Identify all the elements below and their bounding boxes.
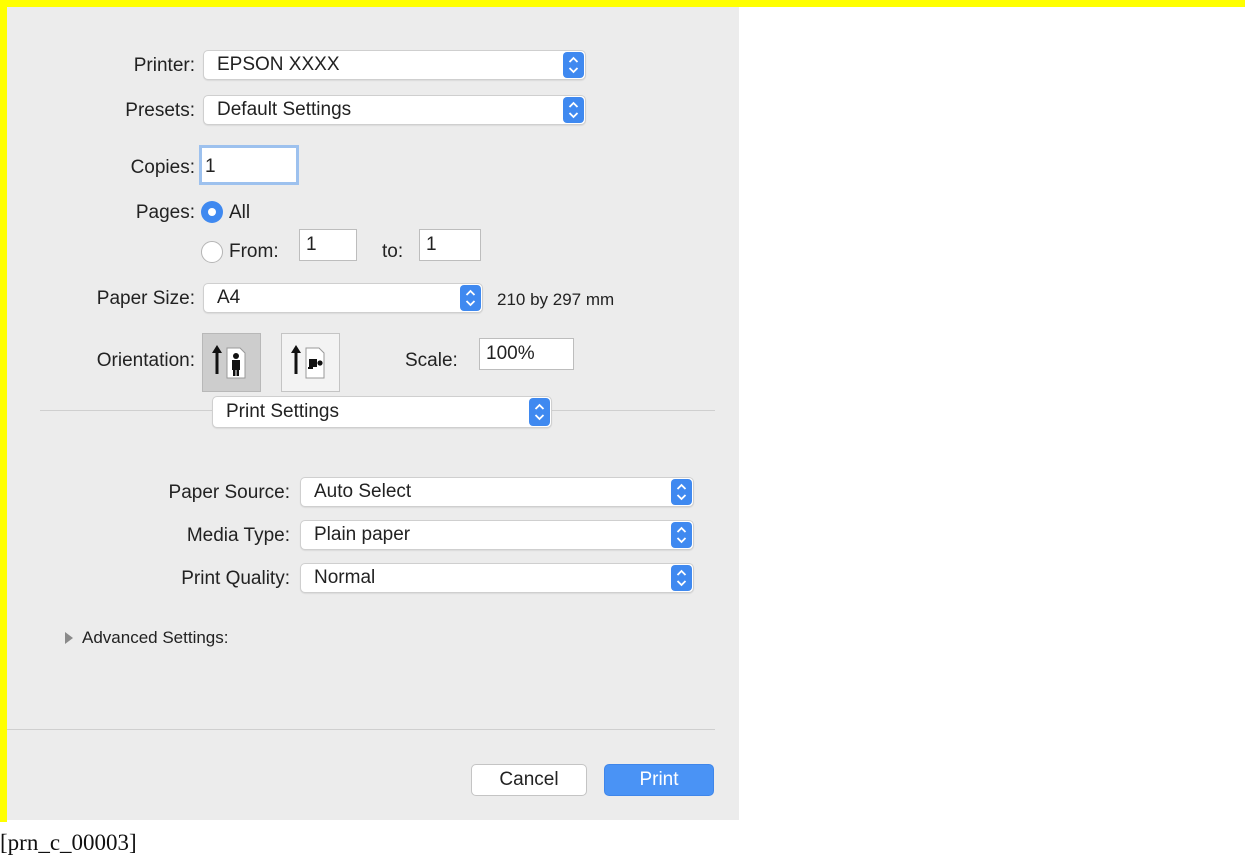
- chevron-updown-icon: [671, 522, 692, 548]
- chevron-updown-icon: [671, 479, 692, 505]
- orientation-portrait-button[interactable]: [202, 333, 261, 392]
- chevron-updown-icon: [529, 398, 550, 426]
- copies-field[interactable]: 1: [199, 145, 299, 185]
- media-type-popup[interactable]: Plain paper: [300, 520, 694, 550]
- cancel-button[interactable]: Cancel: [471, 764, 587, 796]
- scale-field[interactable]: 100%: [479, 338, 574, 370]
- media-type-value: Plain paper: [314, 524, 411, 545]
- orientation-label: Orientation:: [96, 350, 195, 371]
- print-dialog: Printer: EPSON XXXX Presets: Default Set…: [7, 7, 739, 820]
- scale-label: Scale:: [405, 350, 458, 371]
- pages-from-radio[interactable]: [201, 241, 223, 263]
- paper-size-popup[interactable]: A4: [203, 283, 483, 313]
- paper-source-label: Paper Source:: [168, 482, 290, 503]
- section-menu-value: Print Settings: [226, 401, 339, 422]
- landscape-icon: [291, 345, 325, 379]
- pages-all-label: All: [229, 202, 251, 223]
- printer-label: Printer:: [133, 55, 195, 76]
- printer-popup[interactable]: EPSON XXXX: [203, 50, 586, 80]
- disclosure-triangle-icon: [65, 632, 73, 644]
- presets-label: Presets:: [125, 100, 195, 121]
- scale-value: 100%: [486, 343, 535, 364]
- pages-from-value: 1: [306, 234, 317, 255]
- pages-to-label: to:: [382, 241, 404, 262]
- pages-from-label: From:: [229, 241, 279, 262]
- figure-caption: [prn_c_00003]: [0, 830, 137, 855]
- presets-value: Default Settings: [217, 99, 352, 120]
- pages-from-field[interactable]: 1: [299, 229, 357, 261]
- copies-label: Copies:: [130, 157, 195, 178]
- print-quality-value: Normal: [314, 567, 376, 588]
- pages-to-field[interactable]: 1: [419, 229, 481, 261]
- copies-value: 1: [205, 156, 216, 177]
- paper-size-dimensions: 210 by 297 mm: [497, 290, 615, 309]
- paper-source-value: Auto Select: [314, 481, 412, 502]
- portrait-icon: [212, 345, 246, 379]
- paper-source-popup[interactable]: Auto Select: [300, 477, 694, 507]
- bottom-divider: [7, 729, 715, 730]
- chevron-updown-icon: [563, 97, 584, 123]
- print-quality-label: Print Quality:: [181, 568, 290, 589]
- print-quality-popup[interactable]: Normal: [300, 563, 694, 593]
- orientation-landscape-button[interactable]: [281, 333, 340, 392]
- chevron-updown-icon: [460, 285, 481, 311]
- section-menu-popup[interactable]: Print Settings: [212, 396, 552, 428]
- chevron-updown-icon: [671, 565, 692, 591]
- chevron-updown-icon: [563, 52, 584, 78]
- advanced-settings-label: Advanced Settings:: [82, 628, 229, 647]
- print-button[interactable]: Print: [604, 764, 714, 796]
- paper-size-value: A4: [217, 287, 241, 308]
- highlight-frame-top: [0, 0, 1245, 7]
- media-type-label: Media Type:: [186, 525, 290, 546]
- pages-to-value: 1: [426, 234, 437, 255]
- paper-size-label: Paper Size:: [96, 288, 195, 309]
- pages-label: Pages:: [135, 202, 195, 223]
- presets-popup[interactable]: Default Settings: [203, 95, 586, 125]
- highlight-frame-left: [0, 0, 7, 822]
- pages-all-radio[interactable]: [201, 201, 223, 223]
- printer-value: EPSON XXXX: [217, 54, 340, 75]
